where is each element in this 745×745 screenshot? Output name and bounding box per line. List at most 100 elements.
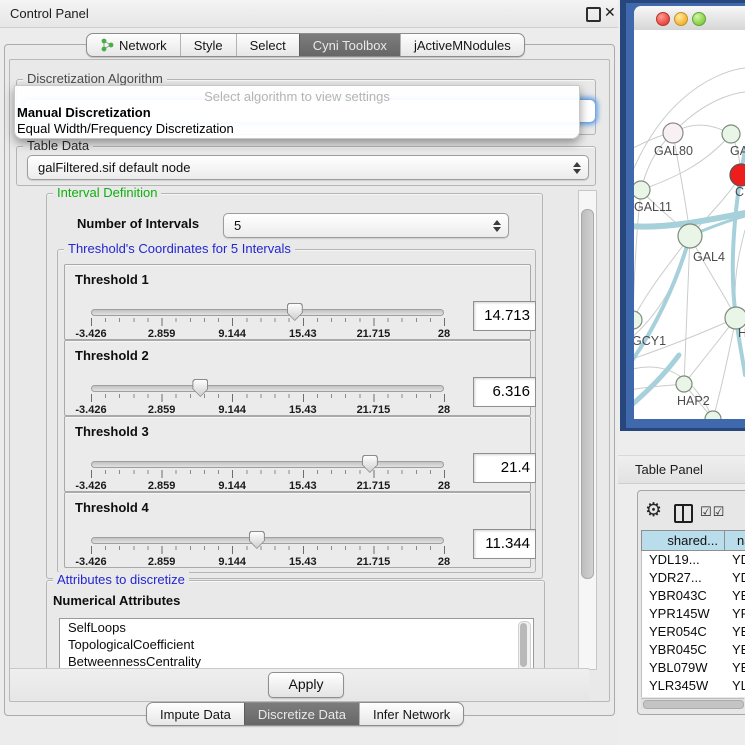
network-node[interactable]: [730, 164, 745, 186]
dropdown-option-manual[interactable]: Manual Discretization: [17, 105, 151, 120]
network-view-canvas[interactable]: GAL80GACGAL11GAL4HGCY1HAP2: [634, 30, 745, 419]
thresholds-group: Threshold's Coordinates for 5 Intervals …: [57, 249, 536, 573]
tick-label: 2.859: [148, 480, 176, 492]
slider-major-ticks: [91, 546, 445, 554]
threshold-label: Threshold 1: [75, 272, 149, 287]
tick-label: 9.144: [218, 404, 246, 416]
threshold-value-field[interactable]: 11.344: [473, 529, 536, 559]
cell-name: YER0...: [725, 623, 745, 641]
threshold-value-field[interactable]: 6.316: [473, 377, 536, 407]
settings-gear-icon[interactable]: ⚙: [645, 499, 662, 522]
attribute-list-item[interactable]: SelfLoops: [60, 619, 533, 636]
column-header-name[interactable]: na...: [725, 531, 745, 550]
threshold-slider[interactable]: -3.4262.8599.14415.4321.71528: [91, 531, 444, 567]
tick-label: 28: [438, 556, 450, 568]
table-row[interactable]: YBL079WYBL0...: [642, 659, 745, 677]
attribute-list-item[interactable]: TopologicalCoefficient: [60, 636, 533, 653]
threshold-slider[interactable]: -3.4262.8599.14415.4321.71528: [91, 455, 444, 491]
tick-label: 21.715: [357, 328, 391, 340]
cell-name: YDL1...: [725, 551, 745, 569]
threshold-value-field[interactable]: 14.713: [473, 301, 536, 331]
numerical-attributes-list[interactable]: SelfLoopsTopologicalCoefficientBetweenne…: [59, 618, 534, 668]
slider-tick-labels: -3.4262.8599.14415.4321.71528: [91, 556, 444, 568]
zoom-traffic-light-icon[interactable]: [692, 12, 706, 26]
attributes-scrollbar[interactable]: [518, 621, 531, 668]
threshold-label: Threshold 3: [75, 424, 149, 439]
network-node[interactable]: [722, 125, 740, 143]
bottom-tab-impute-data[interactable]: Impute Data: [147, 703, 244, 725]
algorithm-group-title: Discretization Algorithm: [23, 71, 167, 86]
threshold-label: Threshold 2: [75, 348, 149, 363]
network-edge-highlighted: [634, 355, 679, 410]
slider-tick-labels: -3.4262.8599.14415.4321.71528: [91, 480, 444, 492]
network-node-label: GAL11: [634, 200, 672, 214]
network-node-label: HAP2: [677, 394, 710, 408]
settings-vertical-scrollbar[interactable]: [578, 190, 597, 670]
table-body: YDL19...YDL1...YDR27...YDR2...YBR043CYBR…: [641, 551, 745, 697]
tab-style[interactable]: Style: [180, 34, 236, 56]
float-window-icon[interactable]: [586, 7, 601, 22]
slider-track[interactable]: [91, 309, 444, 316]
dropdown-placeholder-item[interactable]: Select algorithm to view settings: [15, 89, 579, 104]
network-node[interactable]: [634, 181, 650, 199]
cell-shared-name: YDL19...: [642, 551, 725, 569]
network-edge: [735, 230, 745, 318]
table-horizontal-scrollbar[interactable]: [641, 698, 744, 709]
slider-track[interactable]: [91, 461, 444, 468]
node-table-frame: ⚙ ☑☑ shared... na... YDL19...YDL1...YDR2…: [637, 490, 745, 715]
table-data-combobox[interactable]: galFiltered.sif default node: [27, 155, 589, 180]
table-row[interactable]: YIL052CYIL0...: [642, 695, 745, 697]
column-header-shared-name[interactable]: shared...: [642, 531, 725, 550]
tab-cyni-toolbox[interactable]: Cyni Toolbox: [299, 34, 400, 56]
table-row[interactable]: YDL19...YDL1...: [642, 551, 745, 569]
close-icon[interactable]: ✕: [604, 4, 616, 21]
bottom-tab-infer-network[interactable]: Infer Network: [359, 703, 463, 725]
checkbox-pair-icon[interactable]: ☑☑: [700, 504, 725, 520]
table-row[interactable]: YLR345WYLR3...: [642, 677, 745, 695]
number-of-intervals-combobox[interactable]: 5: [223, 213, 509, 238]
bottom-tab-label: Impute Data: [160, 707, 231, 722]
attribute-list-item[interactable]: BetweennessCentrality: [60, 653, 533, 668]
number-of-intervals-value: 5: [234, 218, 241, 233]
slider-track[interactable]: [91, 537, 444, 544]
slider-major-ticks: [91, 318, 445, 326]
minimize-traffic-light-icon[interactable]: [674, 12, 688, 26]
table-data-value: galFiltered.sif default node: [38, 160, 190, 175]
network-node-label: C: [735, 185, 744, 199]
bottom-tab-discretize-data[interactable]: Discretize Data: [244, 703, 359, 725]
apply-button[interactable]: Apply: [268, 672, 344, 698]
network-node[interactable]: [676, 376, 692, 392]
numerical-attributes-label: Numerical Attributes: [53, 593, 180, 608]
table-row[interactable]: YBR043CYBR0...: [642, 587, 745, 605]
control-panel-title: Control Panel: [10, 6, 89, 21]
tab-jactivemnodules[interactable]: jActiveMNodules: [400, 34, 524, 56]
table-row[interactable]: YDR27...YDR2...: [642, 569, 745, 587]
threshold-value-field[interactable]: 21.4: [473, 453, 536, 483]
slider-track[interactable]: [91, 385, 444, 392]
threshold-slider[interactable]: -3.4262.8599.14415.4321.71528: [91, 303, 444, 339]
table-row[interactable]: YBR045CYBR0...: [642, 641, 745, 659]
network-edge: [684, 318, 736, 384]
network-node-label: GCY1: [634, 334, 666, 348]
threshold-slider[interactable]: -3.4262.8599.14415.4321.71528: [91, 379, 444, 415]
table-row[interactable]: YPR145WYPR1...: [642, 605, 745, 623]
network-window-titlebar[interactable]: [634, 6, 745, 31]
close-traffic-light-icon[interactable]: [656, 12, 670, 26]
table-row[interactable]: YER054CYER0...: [642, 623, 745, 641]
network-node[interactable]: [663, 123, 683, 143]
tick-label: -3.426: [75, 328, 106, 340]
network-graph[interactable]: GAL80GACGAL11GAL4HGCY1HAP2: [634, 30, 745, 419]
network-node[interactable]: [634, 311, 642, 329]
dropdown-option-equal-width[interactable]: Equal Width/Frequency Discretization: [17, 121, 234, 136]
tick-label: 2.859: [148, 328, 176, 340]
cell-shared-name: YLR345W: [642, 677, 725, 695]
column-layout-icon[interactable]: [674, 504, 693, 523]
tab-network[interactable]: Network: [87, 34, 180, 56]
network-node[interactable]: [678, 224, 702, 248]
tick-label: 28: [438, 328, 450, 340]
tick-label: 28: [438, 404, 450, 416]
table-data-title: Table Data: [23, 138, 93, 153]
slider-tick-labels: -3.4262.8599.14415.4321.71528: [91, 328, 444, 340]
tick-label: 21.715: [357, 404, 391, 416]
tab-select[interactable]: Select: [236, 34, 299, 56]
